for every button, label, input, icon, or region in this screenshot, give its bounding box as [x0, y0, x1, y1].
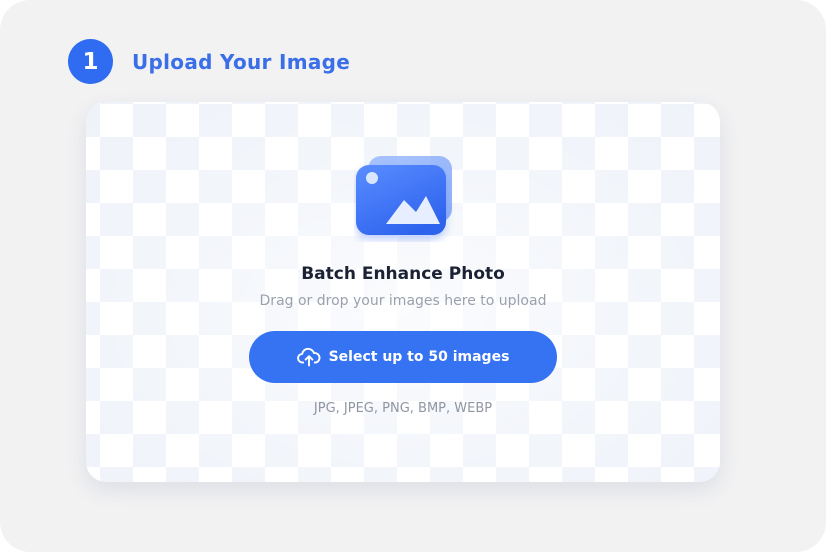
- step-number-badge: 1: [68, 39, 113, 84]
- step-title: Upload Your Image: [132, 49, 351, 74]
- upload-dropzone[interactable]: Batch Enhance Photo Drag or drop your im…: [86, 102, 720, 482]
- dropzone-title: Batch Enhance Photo: [301, 264, 505, 284]
- select-images-button-label: Select up to 50 images: [328, 349, 510, 365]
- cloud-upload-icon: [296, 347, 321, 367]
- photo-stack-icon: [356, 156, 452, 235]
- dropzone-subtitle: Drag or drop your images here to upload: [259, 293, 547, 309]
- step-header: 1 Upload Your Image: [68, 39, 350, 84]
- upload-panel: 1 Upload Your Image Batch Enhance Photo …: [0, 0, 826, 552]
- select-images-button[interactable]: Select up to 50 images: [249, 331, 557, 383]
- supported-formats: JPG, JPEG, PNG, BMP, WEBP: [313, 401, 493, 416]
